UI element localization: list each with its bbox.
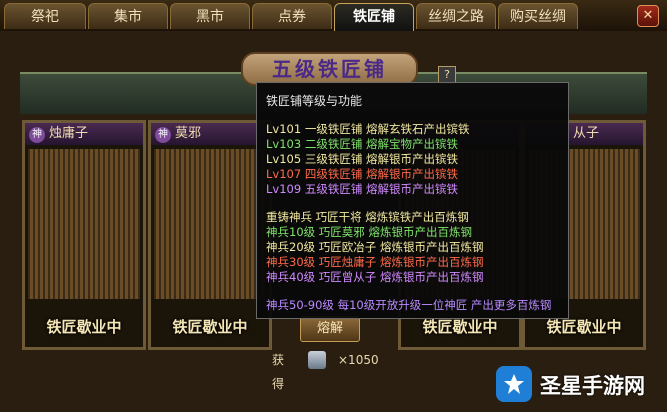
- level-line: Lv109 五级铁匠铺 熔解银币产出镔铁: [266, 182, 458, 196]
- recast-line: 神兵10级 巧匠莫邪 熔炼银币产出百炼钢: [266, 225, 472, 239]
- smith-status: 铁匠歇业中: [546, 318, 622, 336]
- gain-quantity: ×1050: [338, 353, 379, 367]
- tab-market[interactable]: 集市: [88, 3, 168, 29]
- smith-name: 从子: [573, 126, 600, 141]
- recast-line: 重铸神兵 巧匠干将 熔炼镔铁产出百炼钢: [266, 210, 469, 224]
- smith-status: 铁匠歇业中: [46, 318, 122, 336]
- tab-blacksmith[interactable]: 铁匠铺: [334, 3, 414, 31]
- level-line: Lv101 一级铁匠铺 熔解玄铁石产出镔铁: [266, 122, 470, 136]
- tab-buy-silk[interactable]: 购买丝绸: [498, 3, 578, 29]
- tab-silk-road[interactable]: 丝绸之路: [416, 3, 496, 29]
- tab-coupon[interactable]: 点券: [252, 3, 332, 29]
- melt-button[interactable]: 熔解: [300, 316, 360, 342]
- smith-portrait: [154, 149, 266, 299]
- watermark-text: 圣星手游网: [540, 374, 645, 398]
- recast-line: 神兵40级 巧匠曾从子 熔炼银币产出百炼钢: [266, 270, 484, 284]
- recast-line: 神兵30级 巧匠烛庸子 熔炼银币产出百炼钢: [266, 255, 484, 269]
- star-logo-icon: [496, 366, 532, 402]
- smith-name: 莫邪: [175, 126, 202, 141]
- recast-line: 神兵20级 巧匠欧冶子 熔炼银币产出百炼钢: [266, 240, 484, 254]
- smith-name: 烛庸子: [49, 126, 89, 141]
- smith-header: 神莫邪: [151, 123, 269, 145]
- smith-panel-2[interactable]: 神莫邪 铁匠歇业中: [148, 120, 272, 350]
- watermark: 圣星手游网: [488, 360, 667, 412]
- level-line: Lv105 三级铁匠铺 熔解银币产出镔铁: [266, 152, 458, 166]
- tab-sacrifice[interactable]: 祭祀: [4, 3, 86, 29]
- smith-panel-1[interactable]: 神烛庸子 铁匠歇业中: [22, 120, 146, 350]
- tab-black-market[interactable]: 黑市: [170, 3, 250, 29]
- tooltip-title: 铁匠铺等级与功能: [266, 94, 363, 108]
- gain-label: 获得: [272, 353, 285, 391]
- smith-status: 铁匠歇业中: [422, 318, 498, 336]
- smith-status: 铁匠歇业中: [172, 318, 248, 336]
- ingot-icon: [308, 351, 326, 369]
- tab-bar: 祭祀 集市 黑市 点券 铁匠铺 丝绸之路 购买丝绸 ✕: [0, 0, 667, 33]
- god-badge-icon: 神: [29, 127, 45, 143]
- close-icon[interactable]: ✕: [637, 5, 659, 27]
- smith-header: 神烛庸子: [25, 123, 143, 145]
- god-badge-icon: 神: [155, 127, 171, 143]
- level-line: Lv107 四级铁匠铺 熔解银币产出镔铁: [266, 167, 458, 181]
- tooltip-note: 神兵50-90级 每10级开放升级一位神匠 产出更多百炼钢: [266, 298, 552, 312]
- level-tooltip: 铁匠铺等级与功能 Lv101 一级铁匠铺 熔解玄铁石产出镔铁 Lv103 二级铁…: [256, 82, 569, 319]
- shop-sign: 五级铁匠铺: [241, 52, 418, 86]
- level-line: Lv103 二级铁匠铺 熔解宝物产出镔铁: [266, 137, 458, 151]
- smith-portrait: [28, 149, 140, 299]
